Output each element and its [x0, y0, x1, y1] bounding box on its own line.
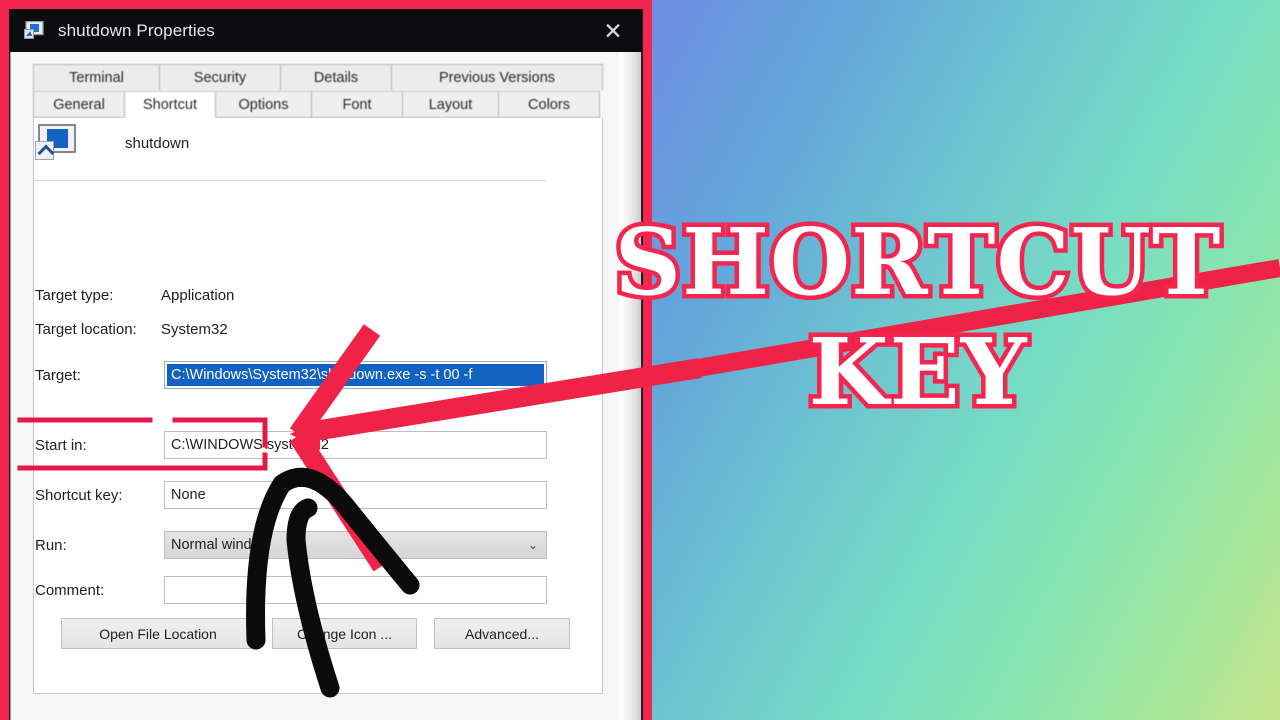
tab-row-upper: Terminal Security Details Previous Versi…	[33, 64, 603, 91]
shutdown-properties-window: shutdown Properties ✕ Terminal Security …	[10, 10, 642, 720]
open-file-location-button[interactable]: Open File Location	[61, 618, 255, 649]
tab-security[interactable]: Security	[159, 64, 281, 91]
target-location-value: System32	[161, 320, 228, 338]
tab-layout[interactable]: Layout	[402, 91, 499, 118]
tab-colors[interactable]: Colors	[498, 91, 600, 118]
run-select[interactable]: Normal window ⌄	[164, 531, 547, 559]
shortcut-icon	[35, 124, 79, 162]
target-type-row: Target type: Application	[11, 280, 641, 310]
shortcut-key-label: Shortcut key:	[35, 486, 123, 504]
headline-overlay: SHORTCUT KEY	[556, 208, 1280, 427]
tab-font[interactable]: Font	[311, 91, 403, 118]
close-icon[interactable]: ✕	[590, 11, 636, 51]
target-type-value: Application	[161, 286, 235, 304]
run-label: Run:	[35, 536, 67, 554]
comment-input[interactable]	[164, 576, 547, 604]
target-row: Target: C:\Windows\System32\shutdown.exe…	[11, 360, 641, 390]
tab-terminal[interactable]: Terminal	[33, 64, 160, 91]
tab-details[interactable]: Details	[280, 64, 392, 91]
tab-strip: Terminal Security Details Previous Versi…	[33, 64, 603, 118]
run-row: Run: Normal window ⌄	[11, 530, 641, 560]
screenshot-stage: shutdown Properties ✕ Terminal Security …	[0, 0, 1280, 720]
target-input-value: C:\Windows\System32\shutdown.exe -s -t 0…	[167, 364, 544, 386]
chevron-down-icon: ⌄	[527, 538, 538, 552]
shortcut-key-row: Shortcut key: None	[11, 480, 641, 510]
target-input[interactable]: C:\Windows\System32\shutdown.exe -s -t 0…	[164, 361, 547, 389]
target-location-label: Target location:	[35, 320, 137, 338]
window-title: shutdown Properties	[58, 21, 215, 40]
shortcut-header: shutdown	[35, 124, 189, 162]
start-in-row: Start in: C:\WINDOWS\system32	[11, 430, 641, 460]
tab-general[interactable]: General	[33, 91, 125, 118]
tab-options[interactable]: Options	[215, 91, 312, 118]
headline-line-2: KEY	[804, 318, 1031, 427]
headline-line-1: SHORTCUT	[610, 208, 1225, 316]
comment-row: Comment:	[11, 575, 641, 605]
shortcut-key-input[interactable]: None	[164, 481, 547, 509]
run-select-value: Normal window	[171, 537, 271, 553]
shortcut-file-icon	[24, 20, 46, 41]
window-titlebar[interactable]: shutdown Properties ✕	[10, 10, 642, 52]
tab-shortcut[interactable]: Shortcut	[124, 91, 216, 118]
shortcut-button-row: Open File Location Change Icon ... Advan…	[61, 618, 587, 649]
start-in-input[interactable]: C:\WINDOWS\system32	[164, 431, 547, 459]
tab-previous-versions[interactable]: Previous Versions	[391, 64, 603, 91]
comment-label: Comment:	[35, 581, 105, 599]
header-divider	[35, 180, 547, 181]
shortcut-tab-panel	[33, 118, 603, 694]
dialog-body: Terminal Security Details Previous Versi…	[10, 52, 642, 720]
tab-row-lower: General Shortcut Options Font Layout Col…	[33, 91, 603, 118]
shortcut-name-label: shutdown	[125, 134, 190, 152]
target-location-row: Target location: System32	[11, 314, 641, 344]
start-in-label: Start in:	[35, 436, 87, 454]
target-label: Target:	[35, 366, 81, 384]
change-icon-button[interactable]: Change Icon ...	[272, 618, 417, 649]
target-type-label: Target type:	[35, 286, 114, 304]
advanced-button[interactable]: Advanced...	[434, 618, 570, 649]
